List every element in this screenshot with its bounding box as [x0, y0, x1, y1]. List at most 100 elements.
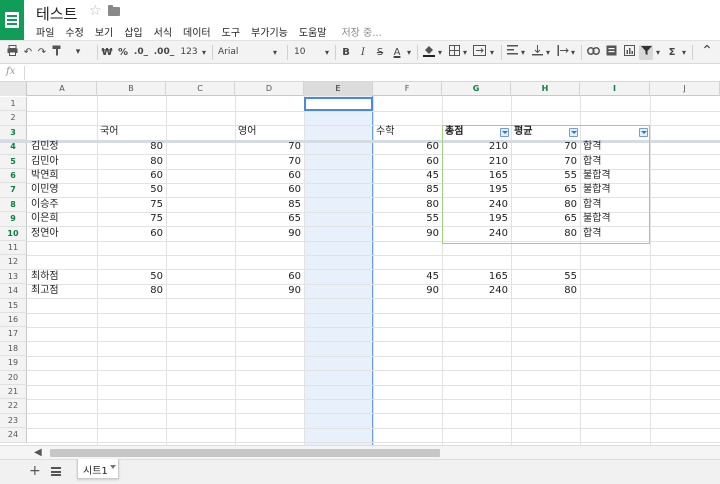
cell-math[interactable]: 80 [373, 198, 442, 212]
borders-icon[interactable] [448, 45, 461, 60]
cell-stat-average[interactable]: 80 [511, 284, 580, 298]
horizontal-scrollbar[interactable]: ◀ [0, 445, 720, 459]
cell-english[interactable]: 90 [235, 227, 304, 241]
row-header-17[interactable]: 17 [0, 327, 27, 342]
row-header-2[interactable]: 2 [0, 111, 27, 126]
column-header-e[interactable]: E [304, 82, 373, 96]
cell-average[interactable]: 65 [511, 183, 580, 197]
row-header-20[interactable]: 20 [0, 370, 27, 385]
menu-addons[interactable]: 부가기능 [251, 24, 288, 39]
row-header-3[interactable]: 3 [0, 125, 27, 141]
sheet-tab[interactable]: 시트1 [77, 459, 119, 479]
print-icon[interactable] [6, 45, 18, 60]
cell-total[interactable]: 195 [442, 212, 511, 226]
cell-korean[interactable]: 75 [97, 212, 166, 226]
row-header-1[interactable]: 1 [0, 97, 27, 112]
row-header-9[interactable]: 9 [0, 212, 27, 227]
text-wrap-icon[interactable] [556, 45, 569, 60]
menu-format[interactable]: 서식 [154, 24, 172, 39]
menu-data[interactable]: 데이터 [183, 24, 211, 39]
cell-average[interactable]: 65 [511, 212, 580, 226]
more-icon[interactable]: ⌃ [697, 44, 717, 60]
column-header-b[interactable]: B [97, 82, 166, 96]
cell-stat-math[interactable]: 45 [373, 270, 442, 284]
filter-dropdown-average-icon[interactable] [569, 128, 578, 137]
strikethrough-button[interactable]: S [374, 45, 386, 60]
header-math[interactable]: 수학 [373, 125, 442, 139]
cell-result[interactable]: 합격 [580, 140, 650, 154]
sheet-tab-menu-icon[interactable] [110, 465, 116, 469]
header-average[interactable]: 평균 [511, 125, 569, 139]
cell-name[interactable]: 박연희 [28, 169, 97, 183]
cell-stat-math[interactable]: 90 [373, 284, 442, 298]
merge-cells-arrow-icon[interactable]: ▾ [488, 45, 496, 60]
filter-dropdown-result-icon[interactable] [639, 128, 648, 137]
cell-average[interactable]: 55 [511, 169, 580, 183]
cell-korean[interactable]: 75 [97, 198, 166, 212]
horizontal-align-arrow-icon[interactable]: ▾ [519, 45, 527, 60]
cell-result[interactable]: 합격 [580, 227, 650, 241]
cell-name[interactable]: 김민아 [28, 155, 97, 169]
row-header-21[interactable]: 21 [0, 385, 27, 400]
borders-arrow-icon[interactable]: ▾ [461, 45, 469, 60]
cell-result[interactable]: 불합격 [580, 183, 650, 197]
cell-english[interactable]: 60 [235, 183, 304, 197]
column-header-g[interactable]: G [442, 82, 511, 96]
cell-korean[interactable]: 60 [97, 227, 166, 241]
increase-decimal-button[interactable]: .00_ [153, 45, 175, 60]
font-family-arrow-icon[interactable]: ▾ [271, 45, 279, 60]
cell-name[interactable]: 이민영 [28, 183, 97, 197]
cell-average[interactable]: 70 [511, 140, 580, 154]
menu-help[interactable]: 도움말 [299, 24, 327, 39]
add-sheet-icon[interactable]: + [29, 463, 41, 479]
header-total[interactable]: 총점 [442, 125, 500, 139]
column-header-c[interactable]: C [166, 82, 235, 96]
font-family-select[interactable]: Arial [218, 45, 278, 60]
row-header-19[interactable]: 19 [0, 356, 27, 371]
folder-icon[interactable] [108, 5, 120, 16]
font-size-select[interactable]: 10 [294, 45, 320, 60]
cell-name[interactable]: 이은희 [28, 212, 97, 226]
cell-stat-english[interactable]: 90 [235, 284, 304, 298]
row-header-23[interactable]: 23 [0, 413, 27, 429]
row-header-14[interactable]: 14 [0, 284, 27, 299]
cell-stat-label[interactable]: 최하점 [28, 270, 97, 284]
cell-average[interactable]: 80 [511, 198, 580, 212]
menu-tools[interactable]: 도구 [222, 24, 240, 39]
cell-total[interactable]: 195 [442, 183, 511, 197]
menu-edit[interactable]: 수정 [65, 24, 83, 39]
column-header-i[interactable]: I [580, 82, 650, 96]
currency-format-button[interactable]: ₩ [101, 45, 113, 60]
column-header-j[interactable]: J [650, 82, 720, 96]
row-header-6[interactable]: 6 [0, 169, 27, 184]
scrollbar-thumb[interactable] [50, 449, 440, 457]
column-header-h[interactable]: H [511, 82, 580, 96]
cell-average[interactable]: 70 [511, 155, 580, 169]
cell-result[interactable]: 합격 [580, 155, 650, 169]
menu-insert[interactable]: 삽입 [124, 24, 142, 39]
cell-result[interactable]: 불합격 [580, 169, 650, 183]
column-header-a[interactable]: A [28, 82, 97, 96]
cell-english[interactable]: 65 [235, 212, 304, 226]
select-all-corner[interactable] [0, 82, 27, 96]
cell-math[interactable]: 45 [373, 169, 442, 183]
document-title[interactable]: 테스트 [36, 3, 77, 24]
cell-korean[interactable]: 80 [97, 140, 166, 154]
cell-english[interactable]: 85 [235, 198, 304, 212]
italic-button[interactable]: I [357, 45, 369, 60]
bold-button[interactable]: B [340, 45, 352, 60]
column-header-d[interactable]: D [235, 82, 304, 96]
insert-comment-icon[interactable] [605, 45, 618, 60]
cell-result[interactable]: 합격 [580, 198, 650, 212]
row-header-18[interactable]: 18 [0, 341, 27, 357]
cell-math[interactable]: 85 [373, 183, 442, 197]
vertical-align-arrow-icon[interactable]: ▾ [544, 45, 552, 60]
cell-math[interactable]: 55 [373, 212, 442, 226]
cell-korean[interactable]: 80 [97, 155, 166, 169]
insert-link-icon[interactable] [586, 45, 600, 60]
decrease-decimal-button[interactable]: .0_ [132, 45, 150, 60]
cell-korean[interactable]: 50 [97, 183, 166, 197]
header-korean[interactable]: 국어 [97, 125, 166, 139]
more-formats-button[interactable]: 123 [178, 45, 200, 60]
fill-color-arrow-icon[interactable]: ▾ [436, 45, 444, 60]
